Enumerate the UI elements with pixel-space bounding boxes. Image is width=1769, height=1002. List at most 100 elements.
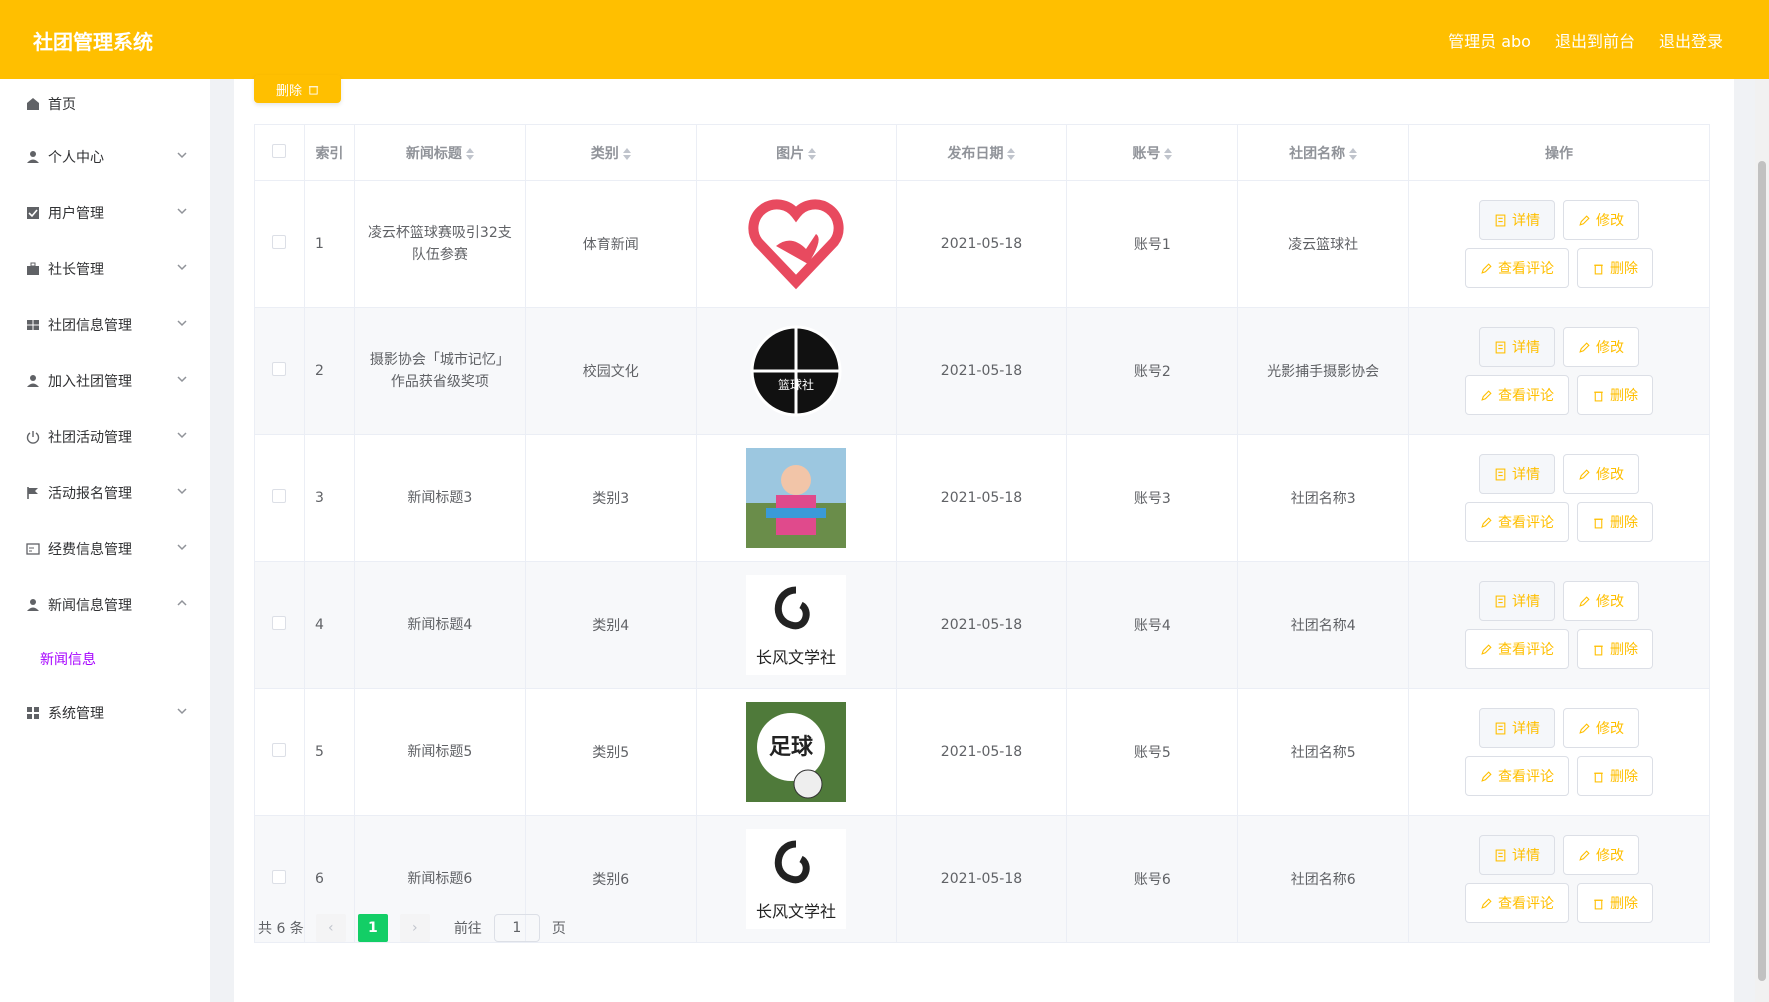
view-comments-button[interactable]: 查看评论	[1465, 502, 1570, 542]
delete-button[interactable]: 删除	[1577, 502, 1654, 542]
sidebar-item-join-club[interactable]: 加入社团管理	[0, 353, 210, 409]
grid-icon	[24, 316, 42, 334]
row-checkbox[interactable]	[272, 362, 287, 376]
detail-button[interactable]: 详情	[1479, 708, 1556, 748]
delete-button[interactable]: 删除	[1577, 756, 1654, 796]
sidebar-item-signup[interactable]: 活动报名管理	[0, 465, 210, 521]
view-comments-button[interactable]: 查看评论	[1465, 629, 1570, 669]
row-checkbox[interactable]	[272, 616, 287, 630]
view-comments-button[interactable]: 查看评论	[1465, 248, 1570, 288]
page-1[interactable]: 1	[357, 914, 388, 942]
col-index: 索引	[304, 124, 355, 181]
document-icon	[1495, 214, 1506, 226]
row-actions: 详情 修改查看评论 删除	[1408, 180, 1710, 308]
header: 社团管理系统 管理员 abo 退出到前台 退出登录	[0, 0, 1769, 79]
col-date[interactable]: 发布日期	[896, 124, 1068, 181]
row-actions: 详情 修改查看评论 删除	[1408, 307, 1710, 435]
col-account[interactable]: 账号	[1066, 124, 1239, 181]
clipboard-check-icon	[24, 204, 42, 222]
logout-link[interactable]: 退出登录	[1659, 28, 1723, 52]
sidebar-item-home[interactable]: 首页	[0, 79, 210, 129]
sidebar-item-activities[interactable]: 社团活动管理	[0, 409, 210, 465]
select-all-checkbox[interactable]	[272, 143, 287, 158]
total-count: 共 6 条	[258, 921, 304, 937]
col-club[interactable]: 社团名称	[1237, 124, 1410, 181]
row-account: 账号5	[1066, 688, 1239, 816]
table-row: 4 新闻标题4 类别4 长风文学社 2021-05-18 账号4 社团名称4 详情 修改 查看评论…	[254, 561, 1710, 689]
admin-label[interactable]: 管理员 abo	[1448, 28, 1531, 52]
row-date: 2021-05-18	[896, 307, 1068, 435]
row-checkbox[interactable]	[272, 489, 287, 503]
row-date: 2021-05-18	[896, 180, 1068, 308]
prev-page-button[interactable]: ‹	[315, 914, 346, 942]
edit-button[interactable]: 修改	[1563, 581, 1640, 621]
row-image	[696, 180, 897, 308]
user-icon	[24, 596, 42, 614]
row-checkbox[interactable]	[272, 235, 287, 249]
goto-label: 前往	[453, 921, 482, 937]
sort-icon	[1349, 147, 1358, 160]
user-icon	[24, 148, 42, 166]
sidebar-item-funds[interactable]: 经费信息管理	[0, 521, 210, 577]
col-image[interactable]: 图片	[696, 124, 897, 181]
view-comments-button[interactable]: 查看评论	[1465, 375, 1570, 415]
sidebar-item-club-info[interactable]: 社团信息管理	[0, 297, 210, 353]
chevron-down-icon	[177, 208, 187, 215]
sidebar-item-system[interactable]: 系统管理	[0, 685, 210, 741]
view-comments-button[interactable]: 查看评论	[1465, 756, 1570, 796]
row-category: 类别4	[525, 561, 697, 689]
bulk-delete-button[interactable]: 删除	[254, 75, 341, 103]
view-comments-button[interactable]: 查看评论	[1465, 883, 1570, 923]
chevron-up-icon	[177, 599, 187, 606]
sidebar: 首页 个人中心 用户管理 社长管理 社团信息管理 加入社团管理 社团活动管理 活…	[0, 79, 210, 1002]
edit-button[interactable]: 修改	[1563, 454, 1640, 494]
next-page-button[interactable]: ›	[399, 914, 430, 942]
detail-button[interactable]: 详情	[1479, 200, 1556, 240]
scrollbar[interactable]	[1755, 79, 1769, 1002]
page-suffix: 页	[551, 921, 566, 937]
scrollbar-thumb[interactable]	[1758, 161, 1766, 981]
detail-button[interactable]: 详情	[1479, 835, 1556, 875]
edit-button[interactable]: 修改	[1563, 200, 1640, 240]
sidebar-item-news[interactable]: 新闻信息管理	[0, 577, 210, 633]
table-row: 2 摄影协会「城市记忆」作品获省级奖项 校园文化 篮球社 2021-05-18 账号2 光影…	[254, 307, 1710, 435]
news-thumbnail: 长风文学社	[746, 829, 847, 929]
row-index: 5	[304, 688, 355, 816]
sidebar-subitem-news-info[interactable]: 新闻信息	[0, 633, 210, 685]
row-category: 体育新闻	[525, 180, 697, 308]
trash-icon	[1594, 645, 1603, 655]
svg-text:长风文学社: 长风文学社	[756, 902, 836, 921]
trash-icon	[1594, 391, 1603, 401]
delete-button[interactable]: 删除	[1577, 883, 1654, 923]
edit-button[interactable]: 修改	[1563, 708, 1640, 748]
detail-button[interactable]: 详情	[1479, 454, 1556, 494]
row-club: 凌云篮球社	[1237, 180, 1410, 308]
row-index: 1	[304, 180, 355, 308]
row-checkbox[interactable]	[272, 870, 287, 884]
row-date: 2021-05-18	[896, 815, 1068, 943]
delete-button[interactable]: 删除	[1577, 375, 1654, 415]
trash-icon	[1594, 264, 1603, 274]
goto-page-input[interactable]: 1	[493, 914, 540, 942]
col-category[interactable]: 类别	[525, 124, 697, 181]
detail-button[interactable]: 详情	[1479, 327, 1556, 367]
sidebar-item-users[interactable]: 用户管理	[0, 185, 210, 241]
chevron-down-icon	[177, 320, 187, 327]
col-title[interactable]: 新闻标题	[354, 124, 526, 181]
sidebar-item-personal[interactable]: 个人中心	[0, 129, 210, 185]
row-club: 社团名称5	[1237, 688, 1410, 816]
table-row: 1 凌云杯篮球赛吸引32支队伍参赛 体育新闻 2021-05-18 账号1 凌云篮球社 详情…	[254, 180, 1710, 308]
sort-icon	[808, 147, 817, 160]
row-checkbox[interactable]	[272, 743, 287, 757]
exit-to-front-link[interactable]: 退出到前台	[1555, 28, 1635, 52]
edit-button[interactable]: 修改	[1563, 327, 1640, 367]
row-date: 2021-05-18	[896, 561, 1068, 689]
sidebar-item-president[interactable]: 社长管理	[0, 241, 210, 297]
apps-icon	[24, 704, 42, 722]
chevron-down-icon	[177, 376, 187, 383]
edit-button[interactable]: 修改	[1563, 835, 1640, 875]
chevron-down-icon	[177, 544, 187, 551]
detail-button[interactable]: 详情	[1479, 581, 1556, 621]
delete-button[interactable]: 删除	[1577, 248, 1654, 288]
delete-button[interactable]: 删除	[1577, 629, 1654, 669]
